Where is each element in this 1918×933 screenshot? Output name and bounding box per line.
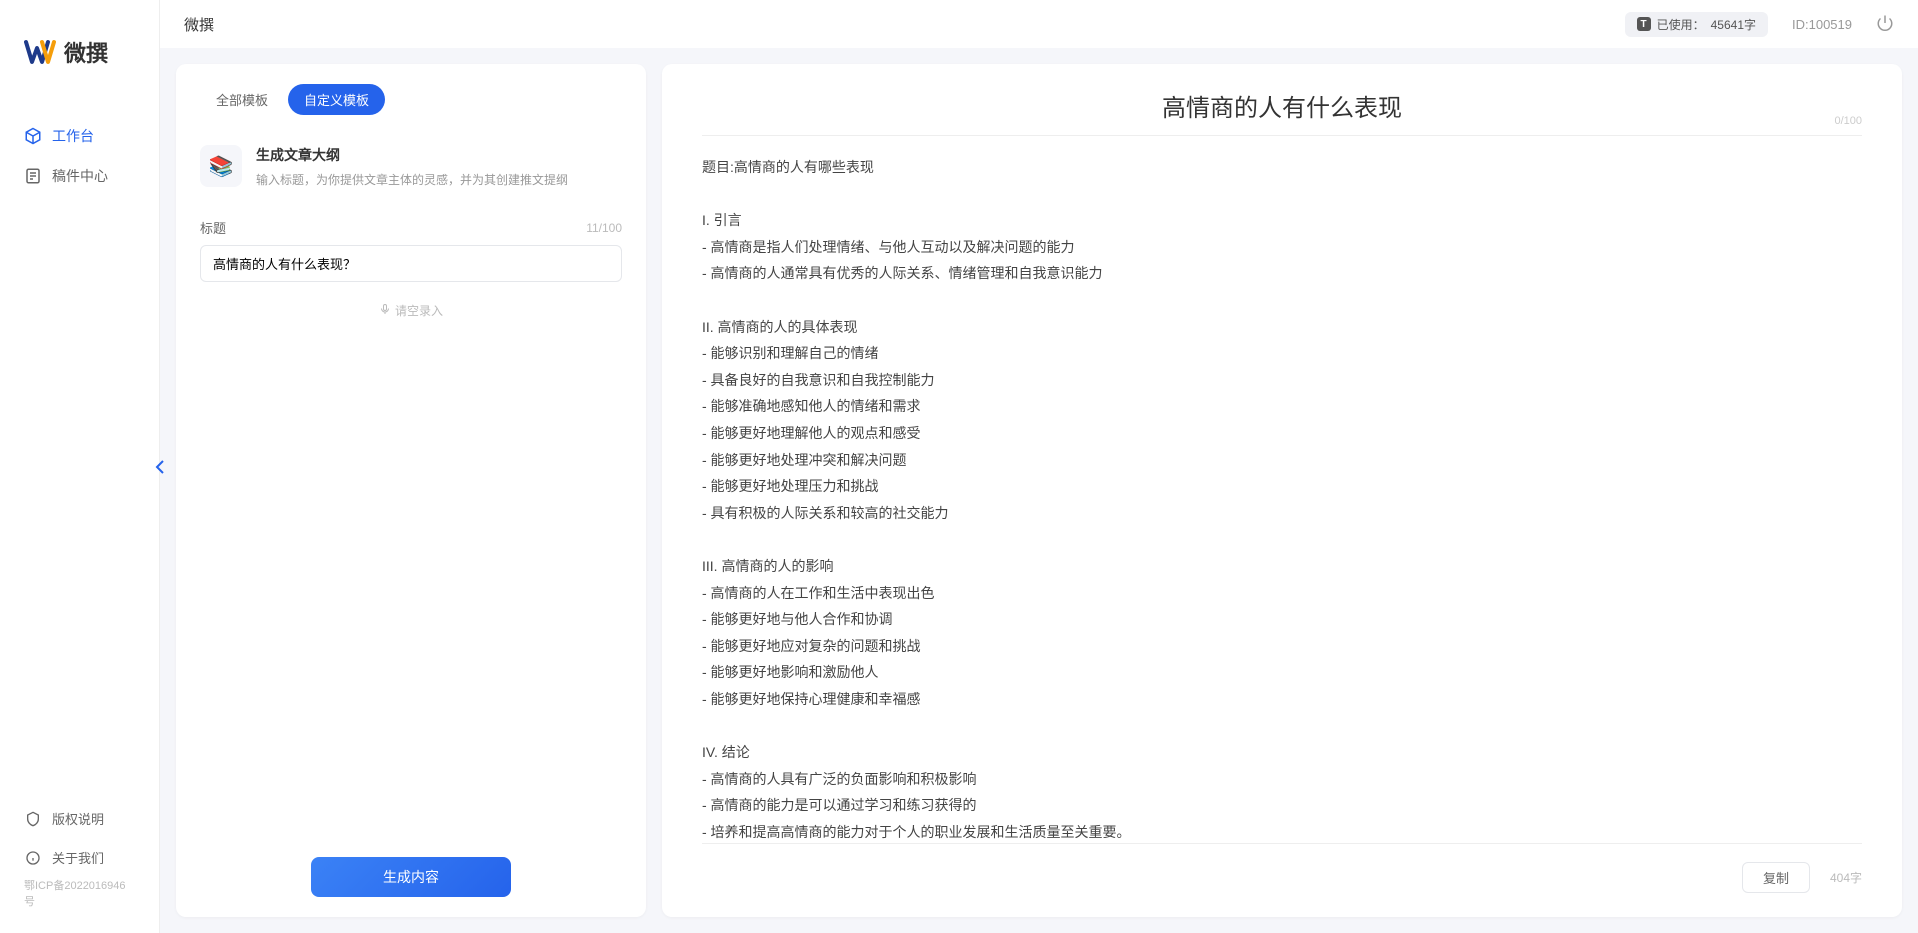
output-title: 高情商的人有什么表现 bbox=[1162, 88, 1402, 123]
user-id: ID:100519 bbox=[1792, 17, 1852, 32]
output-top-count: 0/100 bbox=[1834, 115, 1862, 127]
cube-icon bbox=[24, 127, 42, 145]
usage-badge[interactable]: 已使用： 45641字 bbox=[1625, 12, 1768, 37]
sidebar-collapse-toggle[interactable] bbox=[152, 455, 168, 479]
template-desc: 输入标题，为你提供文章主体的灵感，并为其创建推文提纲 bbox=[256, 171, 622, 188]
logo[interactable]: 微撰 bbox=[0, 0, 159, 92]
usage-value: 45641字 bbox=[1711, 16, 1756, 33]
usage-label: 已使用： bbox=[1657, 16, 1705, 33]
nav-label: 关于我们 bbox=[52, 848, 104, 867]
tab-custom-templates[interactable]: 自定义模板 bbox=[288, 84, 385, 115]
topbar: 微撰 已使用： 45641字 ID:100519 bbox=[160, 0, 1918, 48]
microphone-icon bbox=[379, 303, 391, 318]
nav-label: 工作台 bbox=[52, 126, 94, 146]
template-tabs: 全部模板 自定义模板 bbox=[200, 84, 622, 115]
voice-input-button[interactable]: 请空录入 bbox=[200, 302, 622, 319]
title-input[interactable] bbox=[200, 245, 622, 282]
document-icon bbox=[24, 167, 42, 185]
title-char-count: 11/100 bbox=[586, 221, 622, 235]
books-icon: 📚 bbox=[200, 145, 242, 187]
template-title: 生成文章大纲 bbox=[256, 145, 622, 165]
nav-item-about[interactable]: 关于我们 bbox=[0, 838, 159, 877]
title-label: 标题 bbox=[200, 218, 226, 237]
nav-item-drafts[interactable]: 稿件中心 bbox=[0, 156, 159, 196]
nav-label: 版权说明 bbox=[52, 809, 104, 828]
page-title: 微撰 bbox=[184, 14, 214, 35]
word-count: 404字 bbox=[1830, 869, 1862, 886]
power-icon[interactable] bbox=[1876, 14, 1894, 35]
output-panel: 高情商的人有什么表现 0/100 题目:高情商的人有哪些表现 I. 引言 - 高… bbox=[662, 64, 1902, 917]
sidebar: 微撰 工作台 稿件中心 bbox=[0, 0, 160, 933]
icp-text: 鄂ICP备2022016946号 bbox=[0, 877, 159, 917]
generate-button[interactable]: 生成内容 bbox=[311, 857, 511, 897]
info-icon bbox=[24, 849, 42, 867]
nav-bottom: 版权说明 关于我们 鄂ICP备2022016946号 bbox=[0, 799, 159, 933]
nav-item-workspace[interactable]: 工作台 bbox=[0, 116, 159, 156]
config-panel: 全部模板 自定义模板 📚 生成文章大纲 输入标题，为你提供文章主体的灵感，并为其… bbox=[176, 64, 646, 917]
template-card: 📚 生成文章大纲 输入标题，为你提供文章主体的灵感，并为其创建推文提纲 bbox=[200, 135, 622, 206]
shield-icon bbox=[24, 810, 42, 828]
nav-item-copyright[interactable]: 版权说明 bbox=[0, 799, 159, 838]
voice-hint-text: 请空录入 bbox=[395, 302, 443, 319]
logo-icon bbox=[24, 36, 56, 68]
logo-text: 微撰 bbox=[64, 36, 108, 68]
main-nav: 工作台 稿件中心 bbox=[0, 92, 159, 799]
nav-label: 稿件中心 bbox=[52, 166, 108, 186]
output-body[interactable]: 题目:高情商的人有哪些表现 I. 引言 - 高情商是指人们处理情绪、与他人互动以… bbox=[702, 154, 1862, 843]
tab-all-templates[interactable]: 全部模板 bbox=[200, 84, 284, 115]
copy-button[interactable]: 复制 bbox=[1742, 862, 1810, 893]
